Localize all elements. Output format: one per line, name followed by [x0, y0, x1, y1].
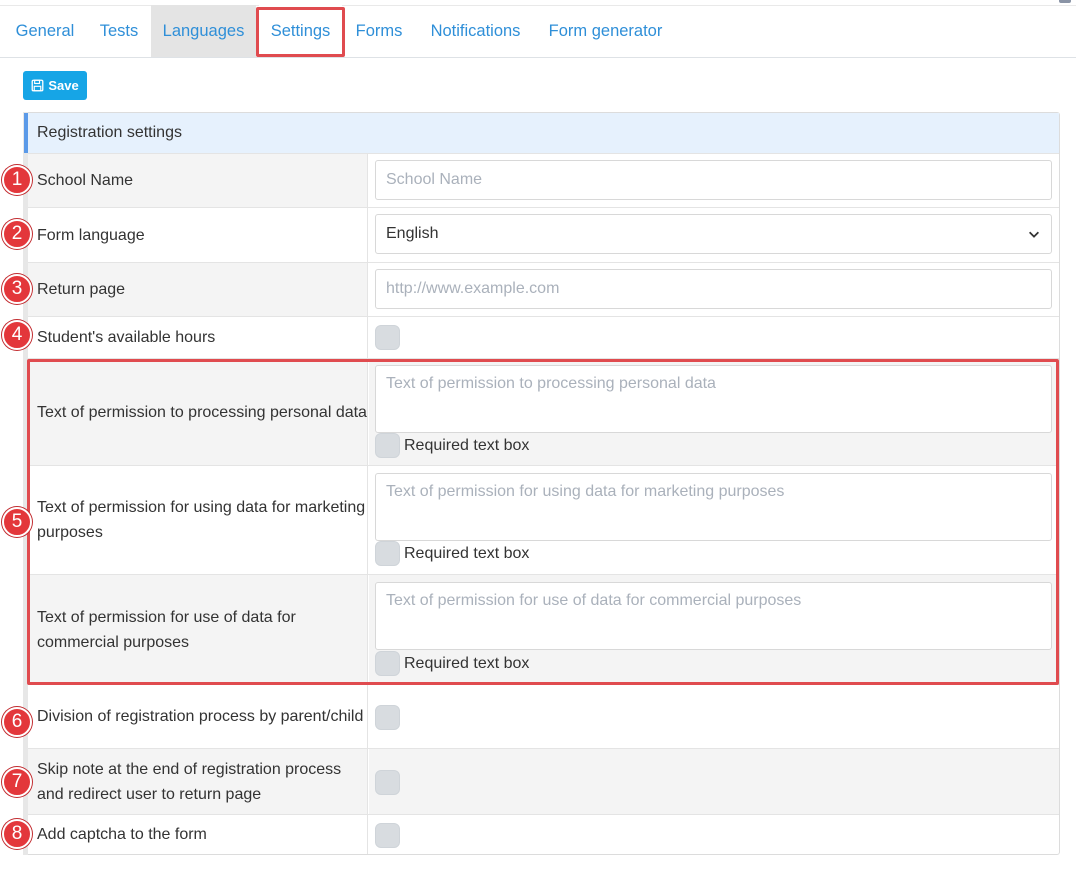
annotation-badge-5: 5: [2, 507, 32, 537]
return-page-input[interactable]: [375, 269, 1052, 309]
permission-commercial-cell: Required text box: [369, 575, 1059, 684]
return-page-cell: [369, 263, 1059, 316]
captcha-cell: [369, 815, 1059, 854]
division-label: Division of registration process by pare…: [28, 685, 368, 748]
annotation-badge-3: 3: [2, 274, 32, 304]
tab-settings[interactable]: Settings: [259, 5, 342, 57]
annotation-badge-8: 8: [2, 819, 32, 849]
permission-commercial-required-toggle[interactable]: [375, 651, 400, 676]
annotation-badge-4: 4: [2, 320, 32, 350]
division-toggle[interactable]: [375, 705, 400, 730]
school-name-label: School Name: [28, 154, 368, 207]
permission-personal-required-label: Required text box: [404, 436, 530, 454]
available-hours-row: Student's available hours: [28, 316, 1059, 358]
annotation-badge-6: 6: [2, 707, 32, 737]
tab-forms[interactable]: Forms: [347, 5, 411, 57]
school-name-cell: [369, 154, 1059, 207]
skip-note-cell: [369, 749, 1059, 814]
permission-marketing-textarea[interactable]: [375, 473, 1052, 541]
permission-commercial-required: Required text box: [375, 651, 529, 676]
captcha-row: Add captcha to the form: [28, 814, 1059, 854]
permission-marketing-row: Text of permission for using data for ma…: [28, 465, 1059, 574]
permission-personal-label: Text of permission to processing persona…: [28, 359, 368, 465]
permission-marketing-required-toggle[interactable]: [375, 541, 400, 566]
permission-marketing-required: Required text box: [375, 541, 529, 566]
captcha-toggle[interactable]: [375, 823, 400, 848]
permission-personal-row: Text of permission to processing persona…: [28, 358, 1059, 465]
permission-personal-cell: Required text box: [369, 359, 1059, 465]
permission-commercial-required-label: Required text box: [404, 654, 530, 672]
form-language-label: Form language: [28, 208, 368, 262]
permission-marketing-label: Text of permission for using data for ma…: [28, 466, 368, 574]
return-page-row: Return page: [28, 262, 1059, 316]
tab-notifications[interactable]: Notifications: [418, 5, 533, 57]
school-name-input[interactable]: [375, 160, 1052, 200]
available-hours-cell: [369, 317, 1059, 358]
permission-personal-required-toggle[interactable]: [375, 433, 400, 458]
available-hours-toggle[interactable]: [375, 325, 400, 350]
floppy-disk-icon: [31, 79, 44, 92]
division-cell: [369, 685, 1059, 748]
tab-general[interactable]: General: [8, 5, 82, 57]
form-language-cell: English: [369, 208, 1059, 262]
save-button-label: Save: [48, 78, 79, 93]
form-language-row: Form language English: [28, 207, 1059, 262]
corner-handle: [1059, 0, 1071, 3]
annotation-badge-2: 2: [2, 219, 32, 249]
permission-marketing-required-label: Required text box: [404, 544, 530, 562]
school-name-row: School Name: [28, 153, 1059, 207]
skip-note-toggle[interactable]: [375, 770, 400, 795]
tab-languages[interactable]: Languages: [151, 5, 256, 57]
annotation-badge-7: 7: [2, 767, 32, 797]
permission-personal-textarea[interactable]: [375, 365, 1052, 433]
division-row: Division of registration process by pare…: [28, 684, 1059, 748]
permission-commercial-textarea[interactable]: [375, 582, 1052, 650]
annotation-badge-1: 1: [2, 165, 32, 195]
permission-personal-required: Required text box: [375, 433, 529, 458]
permission-commercial-label: Text of permission for use of data for c…: [28, 575, 368, 684]
form-language-value: English: [386, 225, 439, 242]
available-hours-label: Student's available hours: [28, 317, 368, 358]
tab-bar: General Tests Languages Settings Forms N…: [0, 5, 1076, 58]
skip-note-row: Skip note at the end of registration pro…: [28, 748, 1059, 814]
save-button[interactable]: Save: [23, 71, 87, 100]
captcha-label: Add captcha to the form: [28, 815, 368, 854]
permission-commercial-row: Text of permission for use of data for c…: [28, 574, 1059, 684]
permission-marketing-cell: Required text box: [369, 466, 1059, 574]
tab-form-generator[interactable]: Form generator: [540, 5, 671, 57]
panel-heading: Registration settings: [24, 113, 1059, 153]
tab-tests[interactable]: Tests: [90, 5, 148, 57]
chevron-down-icon: [1029, 231, 1039, 238]
form-language-select[interactable]: English: [375, 214, 1052, 254]
return-page-label: Return page: [28, 263, 368, 316]
skip-note-label: Skip note at the end of registration pro…: [28, 749, 368, 814]
